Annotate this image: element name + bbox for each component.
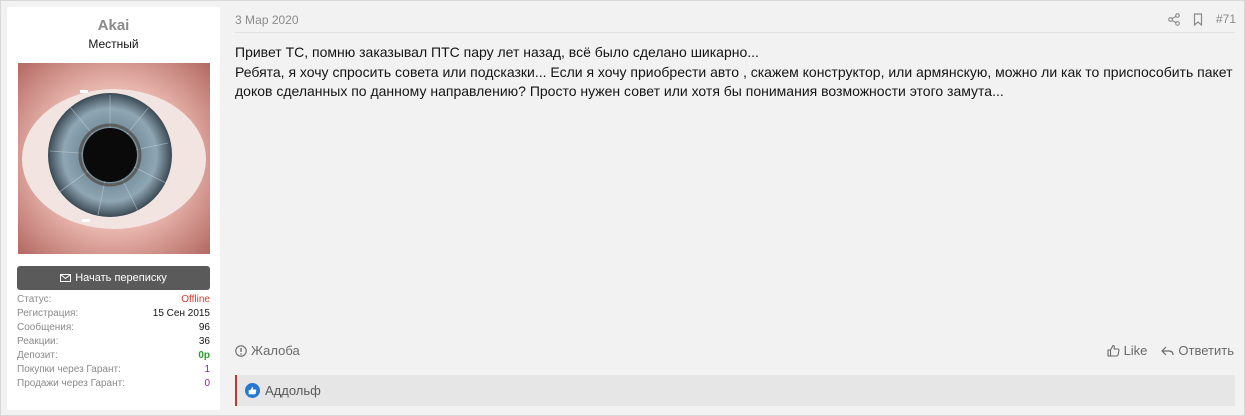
report-link[interactable]: Жалоба (235, 343, 300, 358)
eye-image (18, 63, 210, 254)
message-line: Ребята, я хочу спросить совета или подск… (235, 63, 1233, 100)
bookmark-icon[interactable] (1192, 12, 1204, 26)
reaction-users-link[interactable]: Аддольф (265, 383, 321, 398)
envelope-icon (60, 274, 72, 282)
post-header-actions: #71 (1168, 12, 1236, 26)
messages-value: 96 (198, 322, 210, 333)
stat-row-status: Статус: Offline (17, 293, 210, 307)
user-sidebar: Akai Местный Начать переписку Статус: Of… (7, 7, 220, 410)
registration-value: 15 Сен 2015 (152, 308, 210, 319)
share-icon[interactable] (1168, 12, 1180, 26)
stat-row-deposit: Депозит: 0р (17, 349, 210, 363)
forum-post: Akai Местный Начать переписку Статус: Of… (0, 0, 1245, 416)
like-reaction-icon (245, 383, 260, 398)
post-actions: Like Ответить (1107, 343, 1234, 358)
stat-label: Статус: (17, 294, 52, 305)
reactions-value: 36 (198, 336, 210, 347)
stat-row-messages: Сообщения: 96 (17, 321, 210, 335)
report-icon (235, 344, 247, 357)
message-line: Привет ТС, помню заказывал ПТС пару лет … (235, 44, 759, 60)
stat-row-guarantor-purchases: Покупки через Гарант: 1 (17, 363, 210, 377)
username[interactable]: Akai (7, 17, 220, 34)
user-stats: Статус: Offline Регистрация: 15 Сен 2015… (17, 293, 210, 391)
post-number[interactable]: #71 (1216, 12, 1236, 26)
reply-button[interactable]: Ответить (1161, 343, 1234, 358)
post-date[interactable]: 3 Мар 2020 (235, 13, 299, 27)
stat-row-registration: Регистрация: 15 Сен 2015 (17, 307, 210, 321)
reply-label: Ответить (1178, 343, 1234, 358)
user-title: Местный (88, 37, 139, 51)
guarantor-purchases-value: 1 (204, 364, 210, 375)
stat-label: Покупки через Гарант: (17, 364, 121, 375)
stat-row-guarantor-sales: Продажи через Гарант: 0 (17, 377, 210, 391)
stat-row-reactions: Реакции: 36 (17, 335, 210, 349)
status-value: Offline (181, 294, 210, 305)
message-body: Привет ТС, помню заказывал ПТС пару лет … (235, 43, 1237, 102)
like-button[interactable]: Like (1107, 343, 1148, 358)
header-divider (235, 32, 1235, 33)
reply-icon (1161, 346, 1175, 355)
start-conversation-label: Начать переписку (75, 272, 167, 284)
message-cell: 3 Мар 2020 #71 Привет ТС, помню заказыва… (227, 1, 1240, 416)
stat-label: Сообщения: (17, 322, 75, 333)
start-conversation-button[interactable]: Начать переписку (17, 266, 210, 290)
avatar[interactable] (18, 63, 210, 254)
reactions-bar: Аддольф (235, 375, 1235, 406)
thumbs-up-icon (1107, 344, 1120, 357)
stat-label: Продажи через Гарант: (17, 378, 125, 389)
stat-label: Регистрация: (17, 308, 79, 319)
like-label: Like (1123, 343, 1148, 358)
stat-label: Реакции: (17, 336, 59, 347)
guarantor-sales-value: 0 (204, 378, 210, 389)
deposit-value: 0р (198, 350, 210, 361)
stat-label: Депозит: (17, 350, 58, 361)
report-label: Жалоба (251, 343, 300, 358)
